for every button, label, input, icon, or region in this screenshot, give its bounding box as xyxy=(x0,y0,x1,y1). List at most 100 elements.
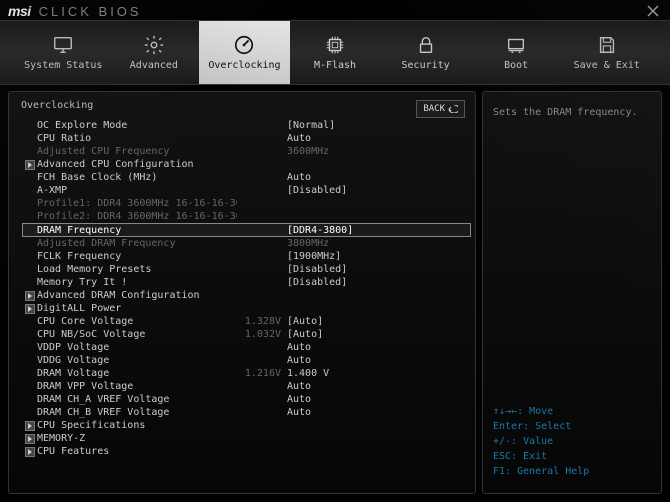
tab-save-exit[interactable]: Save & Exit xyxy=(561,21,652,84)
setting-voltage: 1.032V xyxy=(237,328,287,341)
tab-boot[interactable]: Boot xyxy=(471,21,562,84)
setting-value: 3800MHz xyxy=(287,237,463,250)
help-text: Sets the DRAM frequency. xyxy=(493,106,651,120)
setting-value: Auto xyxy=(287,171,463,184)
expand-icon xyxy=(23,421,37,431)
help-keys: ↑↓→←: MoveEnter: Select+/-: ValueESC: Ex… xyxy=(493,404,651,479)
setting-row[interactable]: CPU Ratio Auto xyxy=(23,132,471,145)
setting-label: CPU Core Voltage xyxy=(37,315,237,328)
setting-label: A-XMP xyxy=(37,184,237,197)
setting-row[interactable]: Advanced CPU Configuration xyxy=(23,158,471,171)
title-bar: msi CLICK BIOS xyxy=(0,0,670,20)
tab-label: System Status xyxy=(24,60,102,71)
setting-row[interactable]: MEMORY-Z xyxy=(23,432,471,445)
settings-list: OC Explore Mode[Normal]CPU RatioAutoAdju… xyxy=(23,119,471,458)
back-button[interactable]: BACK xyxy=(416,100,465,118)
help-key-line: +/-: Value xyxy=(493,434,651,449)
tab-security[interactable]: Security xyxy=(380,21,471,84)
setting-label: MEMORY-Z xyxy=(37,432,237,445)
setting-row[interactable]: DigitALL Power xyxy=(23,302,471,315)
setting-label: CPU Features xyxy=(37,445,237,458)
setting-row[interactable]: DRAM CH_A VREF VoltageAuto xyxy=(23,393,471,406)
setting-value: [DDR4-3800] xyxy=(287,224,462,237)
tab-label: Advanced xyxy=(130,60,178,71)
setting-label: Profile1: DDR4 3600MHz 16-16-16-36 xyxy=(37,197,237,210)
setting-label: FCLK Frequency xyxy=(37,250,237,263)
setting-row[interactable]: DRAM VPP VoltageAuto xyxy=(23,380,471,393)
setting-row[interactable]: FCLK Frequency [1900MHz] xyxy=(23,250,471,263)
gauge-icon xyxy=(233,34,255,56)
expand-icon xyxy=(23,434,37,444)
setting-row[interactable]: VDDG VoltageAuto xyxy=(23,354,471,367)
setting-value: [Disabled] xyxy=(287,184,463,197)
setting-row[interactable]: DRAM Voltage1.216V1.400 V xyxy=(23,367,471,380)
setting-label: CPU NB/SoC Voltage xyxy=(37,328,237,341)
setting-row: Profile2: DDR4 3600MHz 16-16-16-36 xyxy=(23,210,471,223)
setting-label: CPU Ratio xyxy=(37,132,237,145)
tab-label: Security xyxy=(402,60,450,71)
setting-value: [1900MHz] xyxy=(287,250,463,263)
back-arrow-icon xyxy=(448,105,458,113)
help-key-line: ↑↓→←: Move xyxy=(493,404,651,419)
setting-label: DRAM Frequency xyxy=(37,224,237,237)
close-button[interactable] xyxy=(644,2,662,20)
setting-row[interactable]: DRAM Frequency [DDR4-3800] xyxy=(22,223,471,237)
setting-voltage: 1.216V xyxy=(237,367,287,380)
setting-row[interactable]: A-XMP [Disabled] xyxy=(23,184,471,197)
expand-icon xyxy=(23,291,37,301)
setting-row[interactable]: Memory Try It ![Disabled] xyxy=(23,276,471,289)
setting-value: Auto xyxy=(287,132,463,145)
setting-label: DRAM VPP Voltage xyxy=(37,380,237,393)
section-title: Overclocking xyxy=(21,100,471,111)
chip-icon xyxy=(324,34,346,56)
setting-label: Profile2: DDR4 3600MHz 16-16-16-36 xyxy=(37,210,237,223)
top-tabs: System Status Advanced Overclocking M-Flash… xyxy=(0,20,670,85)
setting-row[interactable]: OC Explore Mode[Normal] xyxy=(23,119,471,132)
close-icon xyxy=(647,5,659,17)
setting-row[interactable]: Load Memory Presets[Disabled] xyxy=(23,263,471,276)
setting-row[interactable]: CPU Specifications xyxy=(23,419,471,432)
setting-label: Adjusted CPU Frequency xyxy=(37,145,237,158)
setting-row[interactable]: CPU Features xyxy=(23,445,471,458)
brand-logo: msi xyxy=(8,3,31,19)
expand-icon xyxy=(23,304,37,314)
setting-label: Advanced DRAM Configuration xyxy=(37,289,237,302)
monitor-icon xyxy=(52,34,74,56)
setting-label: DRAM CH_A VREF Voltage xyxy=(37,393,237,406)
setting-value: Auto xyxy=(287,406,463,419)
tab-label: Boot xyxy=(504,60,528,71)
setting-label: DRAM CH_B VREF Voltage xyxy=(37,406,237,419)
tab-system-status[interactable]: System Status xyxy=(18,21,109,84)
expand-icon xyxy=(23,160,37,170)
save-icon xyxy=(596,34,618,56)
setting-row[interactable]: CPU Core Voltage1.328V[Auto] xyxy=(23,315,471,328)
help-panel: Sets the DRAM frequency. ↑↓→←: MoveEnter… xyxy=(482,91,662,494)
setting-row[interactable]: Advanced DRAM Configuration xyxy=(23,289,471,302)
setting-row: Profile1: DDR4 3600MHz 16-16-16-36 xyxy=(23,197,471,210)
gear-icon xyxy=(143,34,165,56)
back-label: BACK xyxy=(423,104,445,114)
setting-row[interactable]: DRAM CH_B VREF Voltage Auto xyxy=(23,406,471,419)
tab-overclocking[interactable]: Overclocking xyxy=(199,21,290,84)
setting-value: [Auto] xyxy=(287,328,463,341)
tab-advanced[interactable]: Advanced xyxy=(109,21,200,84)
tab-label: M-Flash xyxy=(314,60,356,71)
setting-value: [Disabled] xyxy=(287,263,463,276)
setting-label: Adjusted DRAM Frequency xyxy=(37,237,237,250)
expand-icon xyxy=(23,447,37,457)
setting-label: VDDP Voltage xyxy=(37,341,237,354)
setting-row[interactable]: FCH Base Clock (MHz)Auto xyxy=(23,171,471,184)
setting-label: OC Explore Mode xyxy=(37,119,237,132)
setting-voltage: 1.328V xyxy=(237,315,287,328)
setting-row[interactable]: VDDP VoltageAuto xyxy=(23,341,471,354)
product-name: CLICK BIOS xyxy=(39,4,142,19)
help-key-line: F1: General Help xyxy=(493,464,651,479)
setting-row[interactable]: CPU NB/SoC Voltage1.032V[Auto] xyxy=(23,328,471,341)
setting-value: 1.400 V xyxy=(287,367,463,380)
tab-m-flash[interactable]: M-Flash xyxy=(290,21,381,84)
setting-row: Adjusted CPU Frequency3600MHz xyxy=(23,145,471,158)
setting-label: Advanced CPU Configuration xyxy=(37,158,237,171)
setting-label: Memory Try It ! xyxy=(37,276,237,289)
setting-value: Auto xyxy=(287,354,463,367)
tab-label: Save & Exit xyxy=(574,60,640,71)
